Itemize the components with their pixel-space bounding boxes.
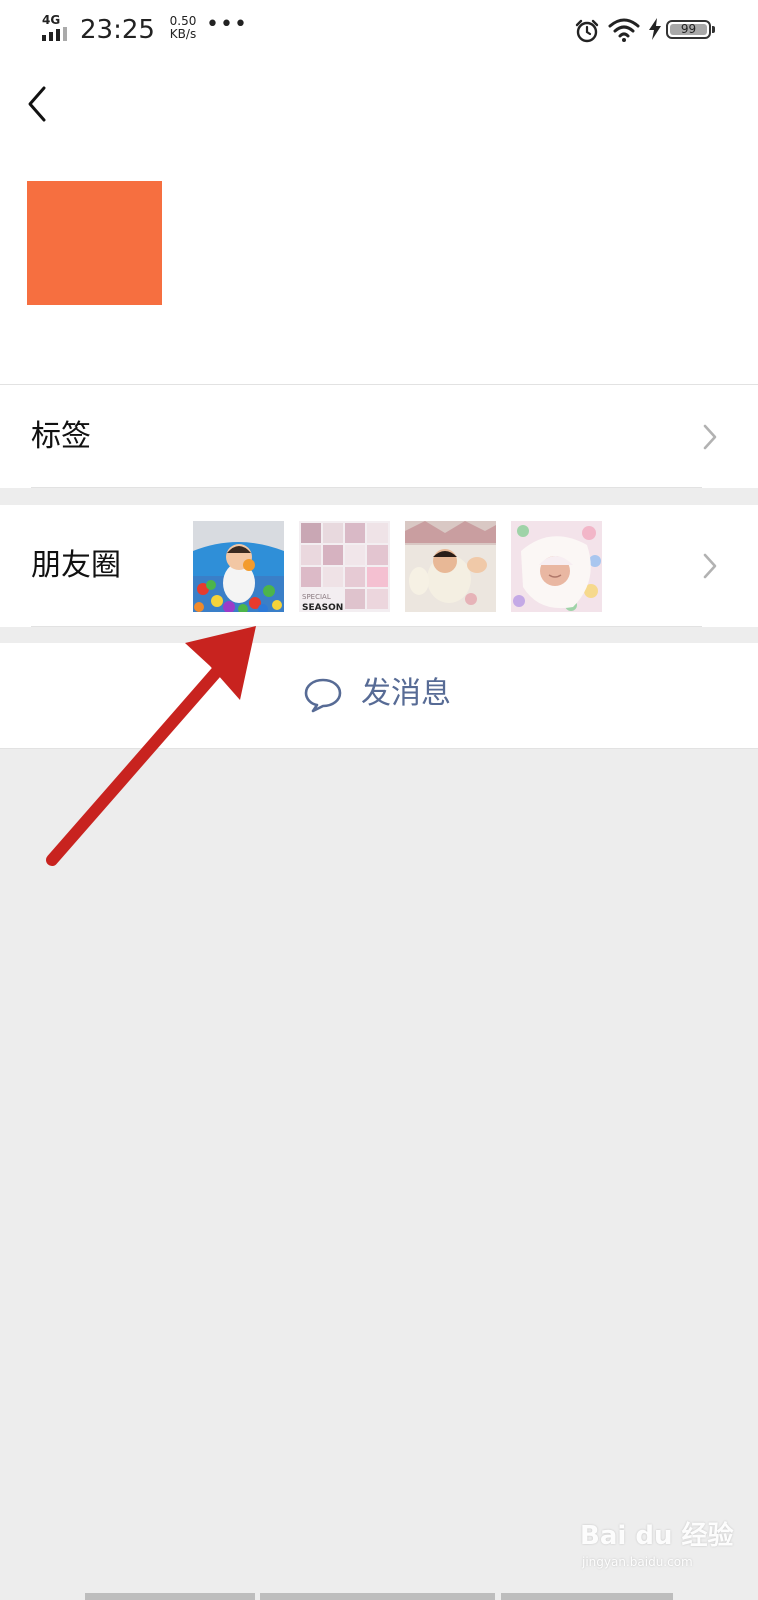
chat-bubble-icon	[304, 678, 342, 713]
photo-image	[405, 521, 496, 612]
watermark-url: jingyan.baidu.com	[582, 1555, 693, 1569]
photo-image: SPECIAL SEASON	[299, 521, 390, 612]
watermark-brand: Bai du 经验	[580, 1521, 734, 1551]
photo-image	[511, 521, 602, 612]
moments-thumbnail-pink-collage[interactable]: SPECIAL SEASON	[299, 521, 390, 612]
network-type: 4G	[42, 13, 61, 27]
charging-icon	[649, 18, 661, 40]
status-time: 23:25	[80, 15, 155, 45]
alarm-icon	[575, 19, 599, 43]
moments-thumbnail-newborn-in-blanket[interactable]	[511, 521, 602, 612]
moments-row[interactable]: 朋友圈 SPECIAL SEASON	[0, 505, 758, 627]
network-speed: 0.50 KB/s	[163, 15, 203, 41]
tags-row[interactable]: 标签	[0, 384, 758, 488]
back-button[interactable]	[22, 84, 58, 124]
chevron-right-icon	[703, 553, 717, 579]
bottom-edge	[85, 1593, 673, 1600]
wifi-icon	[608, 18, 640, 42]
battery-level: 99	[680, 22, 697, 36]
chevron-right-icon	[703, 424, 717, 450]
moments-thumbnail-baby-in-ball-pool[interactable]	[193, 521, 284, 612]
avatar[interactable]	[27, 181, 162, 305]
signal-icon	[42, 27, 67, 41]
moments-label: 朋友圈	[31, 548, 121, 583]
send-message-label: 发消息	[361, 676, 451, 711]
signal-indicator: 4G	[42, 14, 74, 42]
send-message-button[interactable]: 发消息	[0, 643, 758, 749]
watermark: Bai du 经验 jingyan.baidu.com	[580, 1515, 734, 1575]
chevron-left-icon	[28, 86, 46, 122]
more-notifications: •••	[206, 12, 248, 37]
photo-image	[193, 521, 284, 612]
divider	[31, 626, 702, 627]
divider	[31, 487, 702, 488]
tags-label: 标签	[31, 419, 91, 454]
collage-caption-big: SEASON	[302, 603, 343, 612]
moments-thumbnail-newborn-on-bed[interactable]	[405, 521, 496, 612]
status-bar: 4G 23:25 0.50 KB/s ••• 99	[0, 0, 758, 60]
battery-icon: 99	[666, 20, 715, 39]
collage-caption-small: SPECIAL	[302, 593, 331, 601]
network-speed-unit: KB/s	[169, 27, 197, 41]
